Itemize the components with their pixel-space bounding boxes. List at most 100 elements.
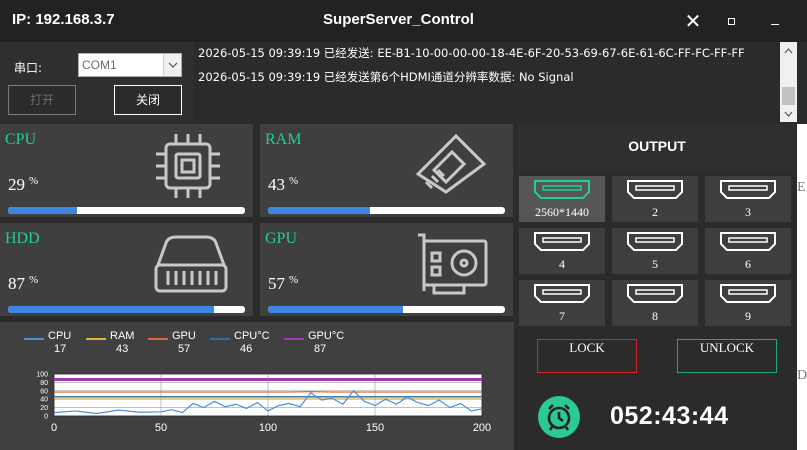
output-tile-1[interactable]: 2560*1440: [519, 176, 605, 222]
y-tick-label: 20: [40, 405, 48, 412]
x-tick-label: 200: [473, 422, 491, 434]
alarm-clock-icon: [538, 396, 580, 438]
x-tick-label: 50: [155, 422, 167, 434]
hdmi-port-icon: [626, 230, 684, 258]
hdmi-port-icon: [533, 282, 591, 310]
send-log: 2026-05-15 09:39:19 已经发送: EE-B1-10-00-00…: [194, 42, 807, 122]
minimize-icon: [771, 23, 779, 25]
gpu-monitor-card: GPU 57%: [260, 223, 513, 316]
card-title: RAM: [265, 131, 302, 148]
y-tick-label: 40: [40, 397, 48, 404]
x-tick-label: 100: [259, 422, 277, 434]
ram-monitor-card: RAM 43%: [260, 124, 513, 217]
y-tick-label: 100: [36, 372, 48, 379]
unlock-button[interactable]: UNLOCK: [677, 339, 777, 373]
serial-port-value: COM1: [82, 58, 117, 72]
percent-unit: %: [289, 274, 299, 286]
gpu-usage-bar: [268, 306, 505, 313]
y-tick-label: 80: [40, 380, 48, 387]
scrollbar-thumb[interactable]: [782, 87, 795, 105]
output-title: OUTPUT: [628, 138, 686, 154]
output-tile-label: 5: [652, 257, 658, 271]
card-title: HDD: [5, 230, 40, 247]
cpu-usage-bar: [8, 207, 245, 214]
log-scrollbar[interactable]: [780, 42, 797, 122]
output-tile-label: 9: [745, 309, 751, 323]
app-window: IP: 192.168.3.7 SuperServer_Control ✕ 串口…: [0, 0, 807, 450]
output-tile-8[interactable]: 8: [612, 280, 698, 326]
y-tick-label: 60: [40, 388, 48, 395]
maximize-icon: [727, 17, 735, 25]
gpu-usage-fill: [268, 306, 404, 313]
title-bar: IP: 192.168.3.7 SuperServer_Control ✕: [0, 0, 807, 42]
scroll-down-icon[interactable]: [780, 105, 797, 122]
background-text: D: [797, 368, 807, 383]
card-title: GPU: [265, 230, 298, 247]
cpu-usage-fill: [8, 207, 77, 214]
card-value: 29%: [8, 175, 38, 195]
serial-port-panel: 串口: COM1 打开 关闭: [0, 42, 194, 122]
hdmi-port-icon: [533, 230, 591, 258]
output-tile-7[interactable]: 7: [519, 280, 605, 326]
background-window-edge: [797, 124, 807, 450]
card-value: 43%: [268, 175, 298, 195]
output-tile-label: 7: [559, 309, 565, 323]
output-tile-2[interactable]: 2: [612, 176, 698, 222]
output-tile-5[interactable]: 5: [612, 228, 698, 274]
ram-usage-bar: [268, 207, 505, 214]
output-tile-3[interactable]: 3: [705, 176, 791, 222]
output-tile-label: 2560*1440: [535, 205, 589, 219]
hdd-usage-bar: [8, 306, 245, 313]
maximize-window-button[interactable]: [716, 8, 746, 34]
gpu-card-icon: [414, 231, 490, 301]
log-line: 2026-05-15 09:39:19 已经发送: EE-B1-10-00-00…: [198, 46, 745, 60]
minimize-window-button[interactable]: [760, 8, 790, 34]
output-tile-4[interactable]: 4: [519, 228, 605, 274]
serial-port-label: 串口:: [14, 61, 43, 75]
hdmi-port-icon: [719, 282, 777, 310]
output-header: OUTPUT: [518, 124, 796, 174]
output-tile-6[interactable]: 6: [705, 228, 791, 274]
hdmi-port-icon: [626, 282, 684, 310]
output-tile-label: 3: [745, 205, 751, 219]
cpu-value: 29: [8, 175, 25, 194]
percent-unit: %: [29, 175, 39, 187]
hdd-monitor-card: HDD 87%: [0, 223, 253, 316]
hdd-usage-fill: [8, 306, 215, 313]
x-tick-label: 150: [366, 422, 384, 434]
percent-unit: %: [29, 274, 39, 286]
card-value: 57%: [268, 274, 298, 294]
ram-usage-fill: [268, 207, 370, 214]
hdd-drive-icon: [152, 229, 230, 301]
hdmi-port-icon: [533, 178, 591, 206]
output-tile-label: 2: [652, 205, 658, 219]
cpu-chip-icon: [152, 130, 224, 206]
ram-value: 43: [268, 175, 285, 194]
hdd-value: 87: [8, 274, 25, 293]
open-port-button[interactable]: 打开: [8, 85, 76, 115]
ram-stick-icon: [412, 130, 490, 200]
card-value: 87%: [8, 274, 38, 294]
percent-unit: %: [289, 175, 299, 187]
cpu-monitor-card: CPU 29%: [0, 124, 253, 217]
chevron-down-icon[interactable]: [163, 54, 181, 76]
hdmi-port-icon: [719, 230, 777, 258]
output-tile-label: 6: [745, 257, 751, 271]
output-tile-label: 4: [559, 257, 565, 271]
elapsed-timer: 052:43:44: [610, 402, 729, 430]
y-tick-label: 0: [44, 414, 48, 421]
output-tile-label: 8: [652, 309, 658, 323]
output-tile-9[interactable]: 9: [705, 280, 791, 326]
close-icon: ✕: [684, 9, 702, 33]
close-port-button[interactable]: 关闭: [114, 85, 182, 115]
scroll-up-icon[interactable]: [780, 42, 797, 59]
usage-history-chart: CPU 17 RAM 43 GPU 57 CPU°C 46 GPU°C 87 0…: [0, 322, 514, 450]
gpu-value: 57: [268, 274, 285, 293]
plot-area: 0204060801000 50 100 150 200: [36, 372, 491, 435]
log-line: 2026-05-15 09:39:19 已经发送第6个HDMI通道分辨率数据: …: [198, 70, 574, 84]
lock-button[interactable]: LOCK: [537, 339, 637, 373]
x-tick-label: 0: [51, 422, 57, 434]
serial-port-select[interactable]: COM1: [78, 53, 182, 77]
hdmi-port-icon: [719, 178, 777, 206]
close-window-button[interactable]: ✕: [678, 8, 708, 34]
